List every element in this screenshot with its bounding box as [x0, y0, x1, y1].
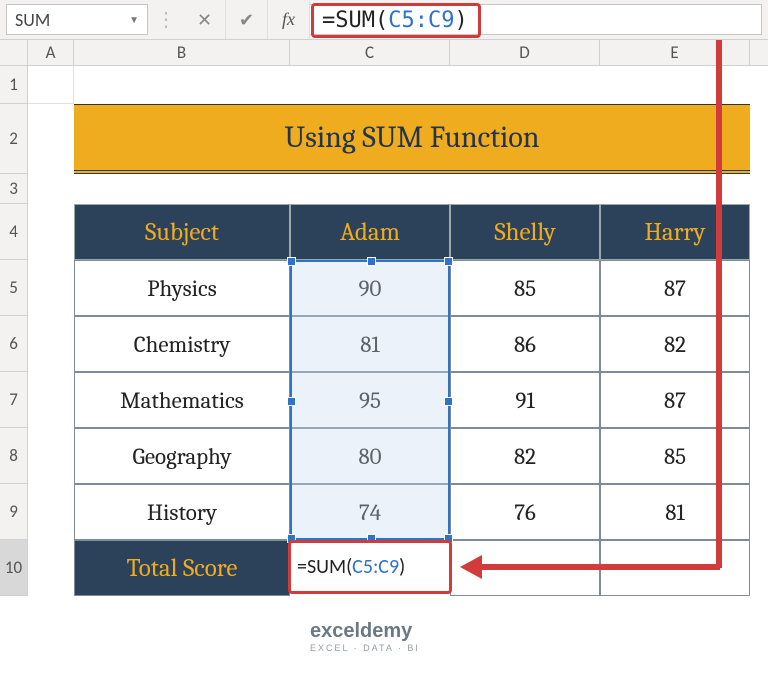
name-box-dropdown-icon[interactable]: ▼ [129, 13, 139, 26]
watermark: exceldemy EXCEL · DATA · BI [310, 620, 420, 653]
column-headers: A B C D E [28, 40, 768, 66]
editing-suffix: ) [399, 555, 405, 579]
formula-bar: SUM ▼ ⋮ ✕ ✔ fx =SUM(C5:C9) [0, 0, 768, 40]
title-banner: Using SUM Function [74, 104, 750, 174]
sheet: A B C D E 1 2 3 4 5 6 7 8 9 10 Using SUM… [0, 40, 768, 676]
col-header-A[interactable]: A [28, 40, 74, 65]
cell-e-3[interactable]: 85 [600, 428, 750, 484]
header-adam: Adam [290, 204, 450, 260]
fx-icon[interactable]: fx [268, 0, 310, 39]
callout-arrow-icon [460, 555, 482, 579]
row-header-6[interactable]: 6 [0, 316, 27, 372]
cell-e-2[interactable]: 87 [600, 372, 750, 428]
row-header-4[interactable]: 4 [0, 204, 27, 260]
cell-d-2[interactable]: 91 [450, 372, 600, 428]
callout-line [480, 564, 720, 570]
cell-d-4[interactable]: 76 [450, 484, 600, 540]
row-header-10[interactable]: 10 [0, 540, 27, 596]
formula-highlight: =SUM(C5:C9) [311, 3, 481, 38]
cell-c-1[interactable]: 81 [290, 316, 450, 372]
callout-line [716, 40, 722, 568]
col-header-E[interactable]: E [600, 40, 750, 65]
row-header-1[interactable]: 1 [0, 66, 27, 104]
cell-e-0[interactable]: 87 [600, 260, 750, 316]
watermark-line2: EXCEL · DATA · BI [310, 643, 420, 653]
cell-d-3[interactable]: 82 [450, 428, 600, 484]
cell-subject-0[interactable]: Physics [74, 260, 290, 316]
col-header-D[interactable]: D [450, 40, 600, 65]
col-header-B[interactable]: B [74, 40, 290, 65]
cell-subject-1[interactable]: Chemistry [74, 316, 290, 372]
formula-prefix: =SUM( [322, 8, 388, 33]
editing-cell[interactable]: =SUM(C5:C9) [288, 540, 452, 594]
divider: ⋮ [148, 0, 184, 39]
formula-suffix: ) [454, 8, 467, 33]
editing-prefix: =SUM( [297, 555, 352, 579]
name-box[interactable]: SUM ▼ [6, 4, 148, 35]
header-subject: Subject [74, 204, 290, 260]
cell-c-3[interactable]: 80 [290, 428, 450, 484]
cell-A1[interactable] [28, 66, 74, 104]
cell-c-0[interactable]: 90 [290, 260, 450, 316]
enter-icon[interactable]: ✔ [226, 0, 268, 39]
row-header-9[interactable]: 9 [0, 484, 27, 540]
cell-c-2[interactable]: 95 [290, 372, 450, 428]
editing-ref: C5:C9 [352, 555, 399, 579]
cell-subject-2[interactable]: Mathematics [74, 372, 290, 428]
cell-subject-4[interactable]: History [74, 484, 290, 540]
header-shelly: Shelly [450, 204, 600, 260]
col-header-C[interactable]: C [290, 40, 450, 65]
row-header-3[interactable]: 3 [0, 174, 27, 204]
cell-c-4[interactable]: 74 [290, 484, 450, 540]
select-all-corner[interactable] [0, 40, 28, 66]
row-header-7[interactable]: 7 [0, 372, 27, 428]
cancel-icon[interactable]: ✕ [184, 0, 226, 39]
watermark-line1: exceldemy [310, 620, 412, 643]
cell-d-1[interactable]: 86 [450, 316, 600, 372]
cell-d-0[interactable]: 85 [450, 260, 600, 316]
name-box-value: SUM [15, 9, 50, 31]
cell-e-4[interactable]: 81 [600, 484, 750, 540]
cell-subject-3[interactable]: Geography [74, 428, 290, 484]
cell-e-1[interactable]: 82 [600, 316, 750, 372]
total-label: Total Score [74, 540, 290, 596]
row-headers: 1 2 3 4 5 6 7 8 9 10 [0, 66, 28, 596]
row-header-8[interactable]: 8 [0, 428, 27, 484]
row-header-5[interactable]: 5 [0, 260, 27, 316]
formula-ref: C5:C9 [388, 8, 454, 33]
header-harry: Harry [600, 204, 750, 260]
formula-input[interactable]: =SUM(C5:C9) [310, 4, 762, 35]
row-header-2[interactable]: 2 [0, 104, 27, 174]
